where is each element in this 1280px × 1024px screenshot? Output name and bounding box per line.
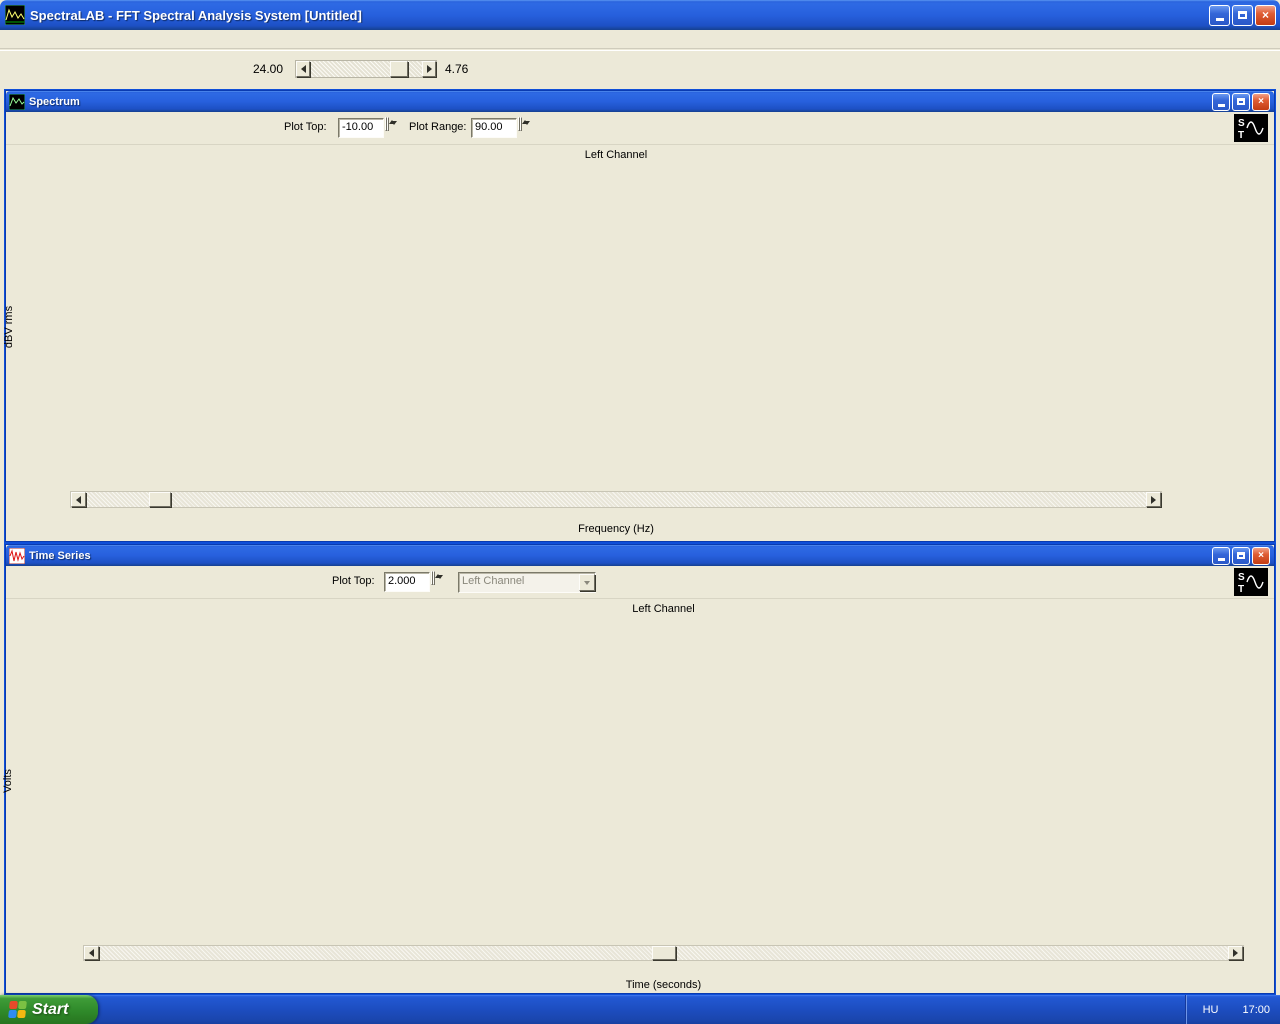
time-close-button[interactable]: × (1252, 546, 1270, 565)
svg-text:T: T (1238, 584, 1244, 595)
spectrum-toolbar: Plot Top: -10.00 Plot Range: 90.00 ST (6, 112, 1274, 145)
spectralab-st-logo: ST (1234, 568, 1268, 596)
spectrum-scroll-thumb[interactable] (149, 492, 171, 507)
mdi-client-area: Spectrum × Plot Top: -10.00 Plot Range: … (2, 89, 1276, 995)
slider-thumb[interactable] (390, 61, 408, 77)
time-plot-top-spinner[interactable] (431, 571, 445, 585)
svg-text:T: T (1238, 130, 1244, 141)
close-button[interactable]: × (1255, 4, 1276, 26)
plot-top-field[interactable]: -10.00 (338, 118, 384, 138)
speed-value: 4.76 (445, 62, 469, 76)
time-series-window-title: Time Series (29, 549, 91, 562)
spectralab-app-icon (4, 4, 26, 26)
spectrum-content: Left Channel dBV rms Frequency (Hz) (3, 145, 1274, 541)
time-scroll-right-icon[interactable] (1228, 946, 1243, 960)
slider-left-arrow-icon[interactable] (296, 61, 310, 77)
plot-top-spinner[interactable] (385, 117, 399, 131)
transport-toolbar: 24.00 4.76 (0, 50, 1280, 89)
plot-top-label: Plot Top: (284, 121, 327, 133)
plot-range-field[interactable]: 90.00 (471, 118, 517, 138)
plot-range-label: Plot Range: (409, 121, 467, 133)
spectrum-y-axis-label: dBV rms (3, 305, 16, 349)
time-plot-top-field[interactable]: 2.000 (384, 572, 430, 592)
time-scroll-thumb[interactable] (652, 946, 676, 960)
spectrum-x-axis-label: Frequency (Hz) (578, 523, 654, 535)
main-titlebar[interactable]: SpectraLAB - FFT Spectral Analysis Syste… (0, 0, 1280, 30)
channel-select-dropdown-icon[interactable] (579, 574, 595, 591)
plot-range-spinner[interactable] (518, 117, 532, 131)
slider-right-arrow-icon[interactable] (422, 61, 436, 77)
spectrum-hscrollbar[interactable] (70, 491, 1162, 508)
time-minimize-button[interactable] (1212, 546, 1230, 565)
maximize-button[interactable] (1232, 4, 1253, 26)
spectrum-window-title: Spectrum (29, 95, 80, 108)
time-y-axis-label: Volts (1, 769, 14, 793)
start-button[interactable]: Start (0, 995, 98, 1024)
time-series-toolbar: Plot Top: 2.000 Left Channel ST (6, 566, 1274, 599)
minimize-button[interactable] (1209, 4, 1230, 26)
time-series-titlebar[interactable]: Time Series × (6, 545, 1274, 566)
channel-select[interactable]: Left Channel (458, 572, 596, 593)
time-series-plot[interactable] (83, 619, 1244, 945)
spectrum-titlebar[interactable]: Spectrum × (6, 91, 1274, 112)
spectrum-plot[interactable] (70, 165, 1162, 491)
time-series-window-icon (8, 547, 26, 564)
svg-text:S: S (1238, 572, 1245, 583)
spectrum-scroll-left-icon[interactable] (71, 492, 86, 507)
time-series-content: Left Channel Volts Time (seconds) (2, 599, 1274, 993)
start-label: Start (32, 1000, 69, 1018)
svg-text:S: S (1238, 118, 1245, 129)
position-value: 24.00 (253, 62, 284, 76)
spectrum-scroll-right-icon[interactable] (1146, 492, 1161, 507)
main-window-title: SpectraLAB - FFT Spectral Analysis Syste… (30, 7, 362, 23)
spectrum-window-icon (8, 93, 26, 110)
time-plot-title: Left Channel (632, 603, 695, 615)
position-slider[interactable] (295, 60, 437, 78)
time-hscrollbar[interactable] (83, 945, 1244, 961)
spectralab-st-logo: ST (1234, 114, 1268, 142)
system-tray: HU 17:00 (1185, 995, 1280, 1024)
spectrum-close-button[interactable]: × (1252, 92, 1270, 111)
time-series-window: Time Series × Plot Top: 2.000 Left Chann… (2, 544, 1275, 994)
language-indicator[interactable]: HU (1195, 1004, 1227, 1016)
spectrum-minimize-button[interactable] (1212, 92, 1230, 111)
taskbar: Start HU 17:00 (0, 995, 1280, 1024)
menu-bar (0, 30, 1280, 49)
time-maximize-button[interactable] (1232, 546, 1250, 565)
time-scroll-left-icon[interactable] (84, 946, 99, 960)
spectrum-plot-title: Left Channel (584, 149, 648, 161)
spectrum-window: Spectrum × Plot Top: -10.00 Plot Range: … (3, 90, 1275, 542)
taskbar-clock: 17:00 (1242, 1003, 1270, 1016)
desktop: SpectraLAB - FFT Spectral Analysis Syste… (0, 0, 1280, 1024)
time-plot-top-label: Plot Top: (332, 575, 375, 587)
time-x-axis-label: Time (seconds) (625, 979, 702, 991)
windows-flag-icon (8, 1001, 27, 1018)
spectrum-maximize-button[interactable] (1232, 92, 1250, 111)
